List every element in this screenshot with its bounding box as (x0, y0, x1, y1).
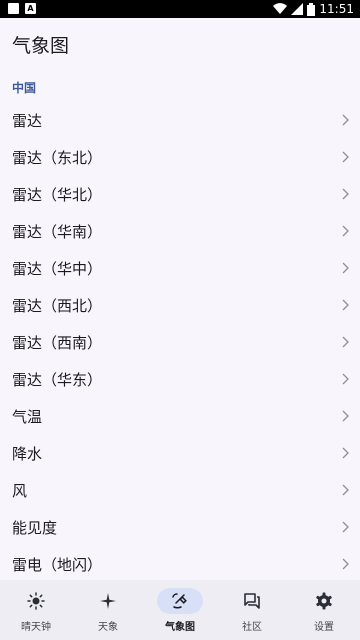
chevron-right-icon (342, 336, 349, 348)
list-item[interactable]: 降水 (0, 435, 360, 472)
nav-item-weather-maps[interactable]: 气象图 (144, 580, 216, 640)
list-item[interactable]: 雷达 (0, 102, 360, 139)
list-item-label: 风 (12, 482, 28, 500)
list-item[interactable]: 雷达（东北） (0, 139, 360, 176)
list-item-label: 雷达（华中） (12, 260, 103, 278)
list-item[interactable]: 雷达（华北） (0, 176, 360, 213)
list-item-label: 气温 (12, 408, 43, 426)
list-item[interactable]: 雷达（西南） (0, 324, 360, 361)
sun-icon (27, 592, 45, 610)
list-item-label: 降水 (12, 445, 43, 463)
list-item-label: 雷达（西南） (12, 334, 103, 352)
list-item-label: 雷达（华东） (12, 371, 103, 389)
list-item[interactable]: 风 (0, 472, 360, 509)
bottom-navigation: 晴天钟 天象 气象图 社区 设置 (0, 580, 360, 640)
battery-icon (307, 2, 316, 16)
sparkle-icon (100, 593, 116, 609)
chevron-right-icon (342, 188, 349, 200)
chevron-right-icon (342, 558, 349, 570)
nav-label: 晴天钟 (21, 622, 51, 633)
chevron-right-icon (342, 299, 349, 311)
list-item-label: 雷达（西北） (12, 297, 103, 315)
chevron-right-icon (342, 373, 349, 385)
nav-label: 气象图 (165, 622, 195, 633)
section-header-china: 中国 (12, 81, 37, 95)
satellite-icon (172, 593, 187, 609)
gear-icon (316, 592, 332, 610)
a-icon: A (25, 3, 36, 14)
wifi-icon (273, 3, 288, 15)
nav-item-clear-sky-clock[interactable]: 晴天钟 (0, 580, 72, 640)
map-list: 雷达 雷达（东北） 雷达（华北） 雷达（华南） 雷达（华中） 雷达（西北） 雷达… (0, 102, 360, 583)
chevron-right-icon (342, 151, 349, 163)
list-item-label: 雷达（东北） (12, 149, 103, 167)
list-item[interactable]: 雷达（华东） (0, 361, 360, 398)
nav-item-community[interactable]: 社区 (216, 580, 288, 640)
signal-icon (291, 3, 304, 15)
chevron-right-icon (342, 114, 349, 126)
app-bar: 气象图 (0, 18, 360, 68)
nav-label: 设置 (314, 622, 334, 633)
chevron-right-icon (342, 262, 349, 274)
nav-label: 社区 (242, 622, 262, 633)
list-item-label: 能见度 (12, 519, 58, 537)
list-item[interactable]: 雷达（华南） (0, 213, 360, 250)
chevron-right-icon (342, 447, 349, 459)
list-item[interactable]: 雷达（华中） (0, 250, 360, 287)
nav-item-settings[interactable]: 设置 (288, 580, 360, 640)
page-title: 气象图 (12, 35, 70, 57)
nav-label: 天象 (98, 622, 118, 633)
list-item[interactable]: 雷达（西北） (0, 287, 360, 324)
chevron-right-icon (342, 225, 349, 237)
nav-item-astronomy[interactable]: 天象 (72, 580, 144, 640)
list-item-label: 雷达（华南） (12, 223, 103, 241)
chevron-right-icon (342, 484, 349, 496)
chat-icon (244, 593, 260, 609)
list-item[interactable]: 能见度 (0, 509, 360, 546)
list-item[interactable]: 气温 (0, 398, 360, 435)
chevron-right-icon (342, 521, 349, 533)
image-icon (8, 3, 19, 14)
list-item-label: 雷电（地闪） (12, 556, 103, 574)
list-item-label: 雷达（华北） (12, 186, 103, 204)
list-item-label: 雷达 (12, 112, 43, 130)
chevron-right-icon (342, 410, 349, 422)
list-item[interactable]: 雷电（地闪） (0, 546, 360, 583)
status-bar: A 11:51 (0, 0, 360, 18)
clock: 11:51 (319, 2, 354, 16)
